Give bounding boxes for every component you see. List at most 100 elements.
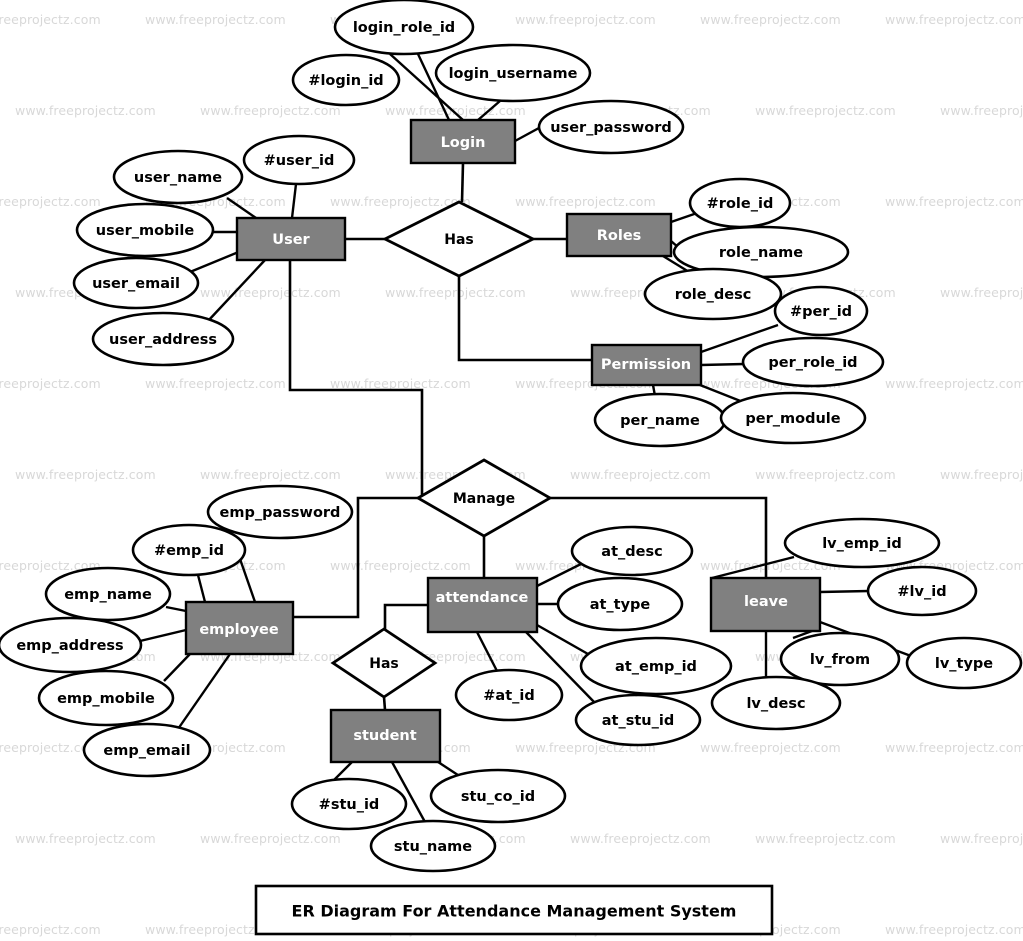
attribute-label-emp_email: emp_email <box>103 743 190 759</box>
attribute-label-at_type: at_type <box>590 597 651 613</box>
attribute-node[interactable]: #user_id <box>242 134 356 186</box>
diagram-title-box: ER Diagram For Attendance Management Sys… <box>254 884 774 936</box>
attribute-node[interactable]: per_name <box>593 392 727 448</box>
entity-node-login[interactable]: Login <box>409 118 517 165</box>
attribute-node[interactable]: stu_co_id <box>429 768 567 824</box>
attribute-label-stu_co_id: stu_co_id <box>461 789 535 805</box>
edge-login-login_username <box>477 100 501 121</box>
attribute-node[interactable]: emp_password <box>206 484 354 540</box>
attribute-node[interactable]: login_username <box>434 43 592 103</box>
edge-login-user_password <box>514 126 540 143</box>
entity-label-permission: Permission <box>601 357 691 373</box>
attribute-label-user_address: user_address <box>109 332 217 348</box>
attribute-node[interactable]: emp_mobile <box>37 669 175 727</box>
attribute-node[interactable]: user_address <box>91 311 235 367</box>
attribute-node[interactable]: role_desc <box>643 267 783 321</box>
edge-permission-per_role_id <box>700 362 745 367</box>
relationship-node-has-user-roles[interactable]: Has <box>381 200 537 278</box>
attribute-node[interactable]: lv_from <box>779 631 901 687</box>
relationship-node-has-attendance-student[interactable]: Has <box>330 627 438 699</box>
entity-node-leave[interactable]: leave <box>709 576 822 633</box>
edge-attendance-at_desc <box>536 561 584 588</box>
edge-attendance-has2 <box>383 603 428 629</box>
attribute-label-stu_name: stu_name <box>394 839 472 855</box>
entity-node-user[interactable]: User <box>235 216 347 262</box>
attribute-label-at_emp_id: at_emp_id <box>615 659 697 675</box>
attribute-label-lv_from: lv_from <box>810 652 870 668</box>
attribute-label-user_mobile: user_mobile <box>96 223 195 239</box>
attribute-label-at_desc: at_desc <box>601 544 662 560</box>
attribute-label-login_username: login_username <box>449 66 578 82</box>
entity-label-leave: leave <box>744 594 788 610</box>
attribute-label-per_name: per_name <box>620 413 700 429</box>
attribute-label-role_id: #role_id <box>707 196 774 212</box>
attribute-node[interactable]: #emp_id <box>131 523 247 577</box>
attribute-label-stu_id: #stu_id <box>319 797 380 813</box>
entity-node-roles[interactable]: Roles <box>565 212 673 258</box>
entity-node-attendance[interactable]: attendance <box>426 576 539 634</box>
attribute-node[interactable]: emp_email <box>82 722 212 778</box>
edge-login-has <box>460 162 465 203</box>
edge-employee-emp_name <box>165 605 187 613</box>
attribute-node[interactable]: lv_type <box>905 636 1023 690</box>
entity-label-attendance: attendance <box>436 590 529 606</box>
relationship-node-manage[interactable]: Manage <box>415 458 553 538</box>
attribute-node[interactable]: emp_name <box>44 566 172 622</box>
attribute-node[interactable]: lv_desc <box>710 675 842 731</box>
attribute-label-lv_desc: lv_desc <box>746 696 805 712</box>
edge-user-user_email <box>189 249 242 274</box>
attribute-node[interactable]: lv_emp_id <box>783 517 941 569</box>
attribute-node[interactable]: stu_name <box>369 819 497 873</box>
er-diagram-canvas: www.freeprojectz.comwww.freeprojectz.com… <box>0 0 1023 941</box>
edge-user-user_address <box>207 259 266 322</box>
attribute-node[interactable]: at_desc <box>570 525 694 577</box>
attribute-node[interactable]: #role_id <box>688 177 792 229</box>
attribute-label-lv_id: #lv_id <box>897 584 946 600</box>
entity-node-permission[interactable]: Permission <box>590 343 703 387</box>
attribute-node[interactable]: login_role_id <box>333 0 475 56</box>
edge-employee-emp_email <box>177 653 231 730</box>
attribute-label-login_id: #login_id <box>308 73 383 89</box>
attribute-node[interactable]: at_stu_id <box>574 693 702 747</box>
attribute-node[interactable]: at_emp_id <box>579 636 733 696</box>
attribute-label-user_email: user_email <box>92 276 180 292</box>
attribute-node[interactable]: emp_address <box>0 616 143 674</box>
relationship-label-manage: Manage <box>453 491 515 507</box>
attribute-label-per_id: #per_id <box>790 304 852 320</box>
attribute-node[interactable]: user_email <box>72 256 200 310</box>
attribute-label-at_id: #at_id <box>483 688 534 704</box>
entity-node-student[interactable]: student <box>329 708 442 764</box>
edge-employee-emp_mobile <box>163 653 191 682</box>
attribute-label-emp_id: #emp_id <box>154 543 224 559</box>
attribute-label-role_desc: role_desc <box>675 287 752 303</box>
edge-user-manage <box>288 260 424 500</box>
attribute-node[interactable]: user_password <box>537 99 685 155</box>
edge-has-permission <box>457 276 592 362</box>
attribute-node[interactable]: per_module <box>719 391 867 445</box>
attribute-label-per_role_id: per_role_id <box>768 355 857 371</box>
attribute-node[interactable]: #login_id <box>291 53 401 107</box>
attribute-node[interactable]: user_mobile <box>75 202 215 258</box>
attribute-node[interactable]: #stu_id <box>290 777 408 831</box>
attribute-node[interactable]: #per_id <box>773 285 869 337</box>
attribute-node[interactable]: user_name <box>112 149 244 205</box>
attribute-label-at_stu_id: at_stu_id <box>602 713 674 729</box>
edge-user-user_name <box>226 197 257 219</box>
entity-node-employee[interactable]: employee <box>184 600 295 656</box>
diagram-title: ER Diagram For Attendance Management Sys… <box>292 902 737 921</box>
edge-employee-emp_id <box>196 574 207 603</box>
attribute-node[interactable]: per_role_id <box>741 336 885 388</box>
attribute-node[interactable]: at_type <box>556 576 684 632</box>
edge-attendance-at_id <box>475 631 499 672</box>
entity-label-student: student <box>353 728 416 744</box>
er-diagram: login_role_id #login_id login_username u… <box>0 0 1023 936</box>
attribute-label-emp_password: emp_password <box>220 505 341 521</box>
attribute-node[interactable]: #at_id <box>454 668 564 722</box>
attribute-label-emp_name: emp_name <box>64 587 152 603</box>
entity-label-user: User <box>272 232 310 248</box>
attribute-label-per_module: per_module <box>745 411 840 427</box>
edge-employee-emp_address <box>139 628 187 643</box>
edge-leave-lv_emp_id <box>711 555 795 580</box>
attribute-label-lv_emp_id: lv_emp_id <box>822 536 902 552</box>
attribute-node[interactable]: #lv_id <box>866 565 978 617</box>
